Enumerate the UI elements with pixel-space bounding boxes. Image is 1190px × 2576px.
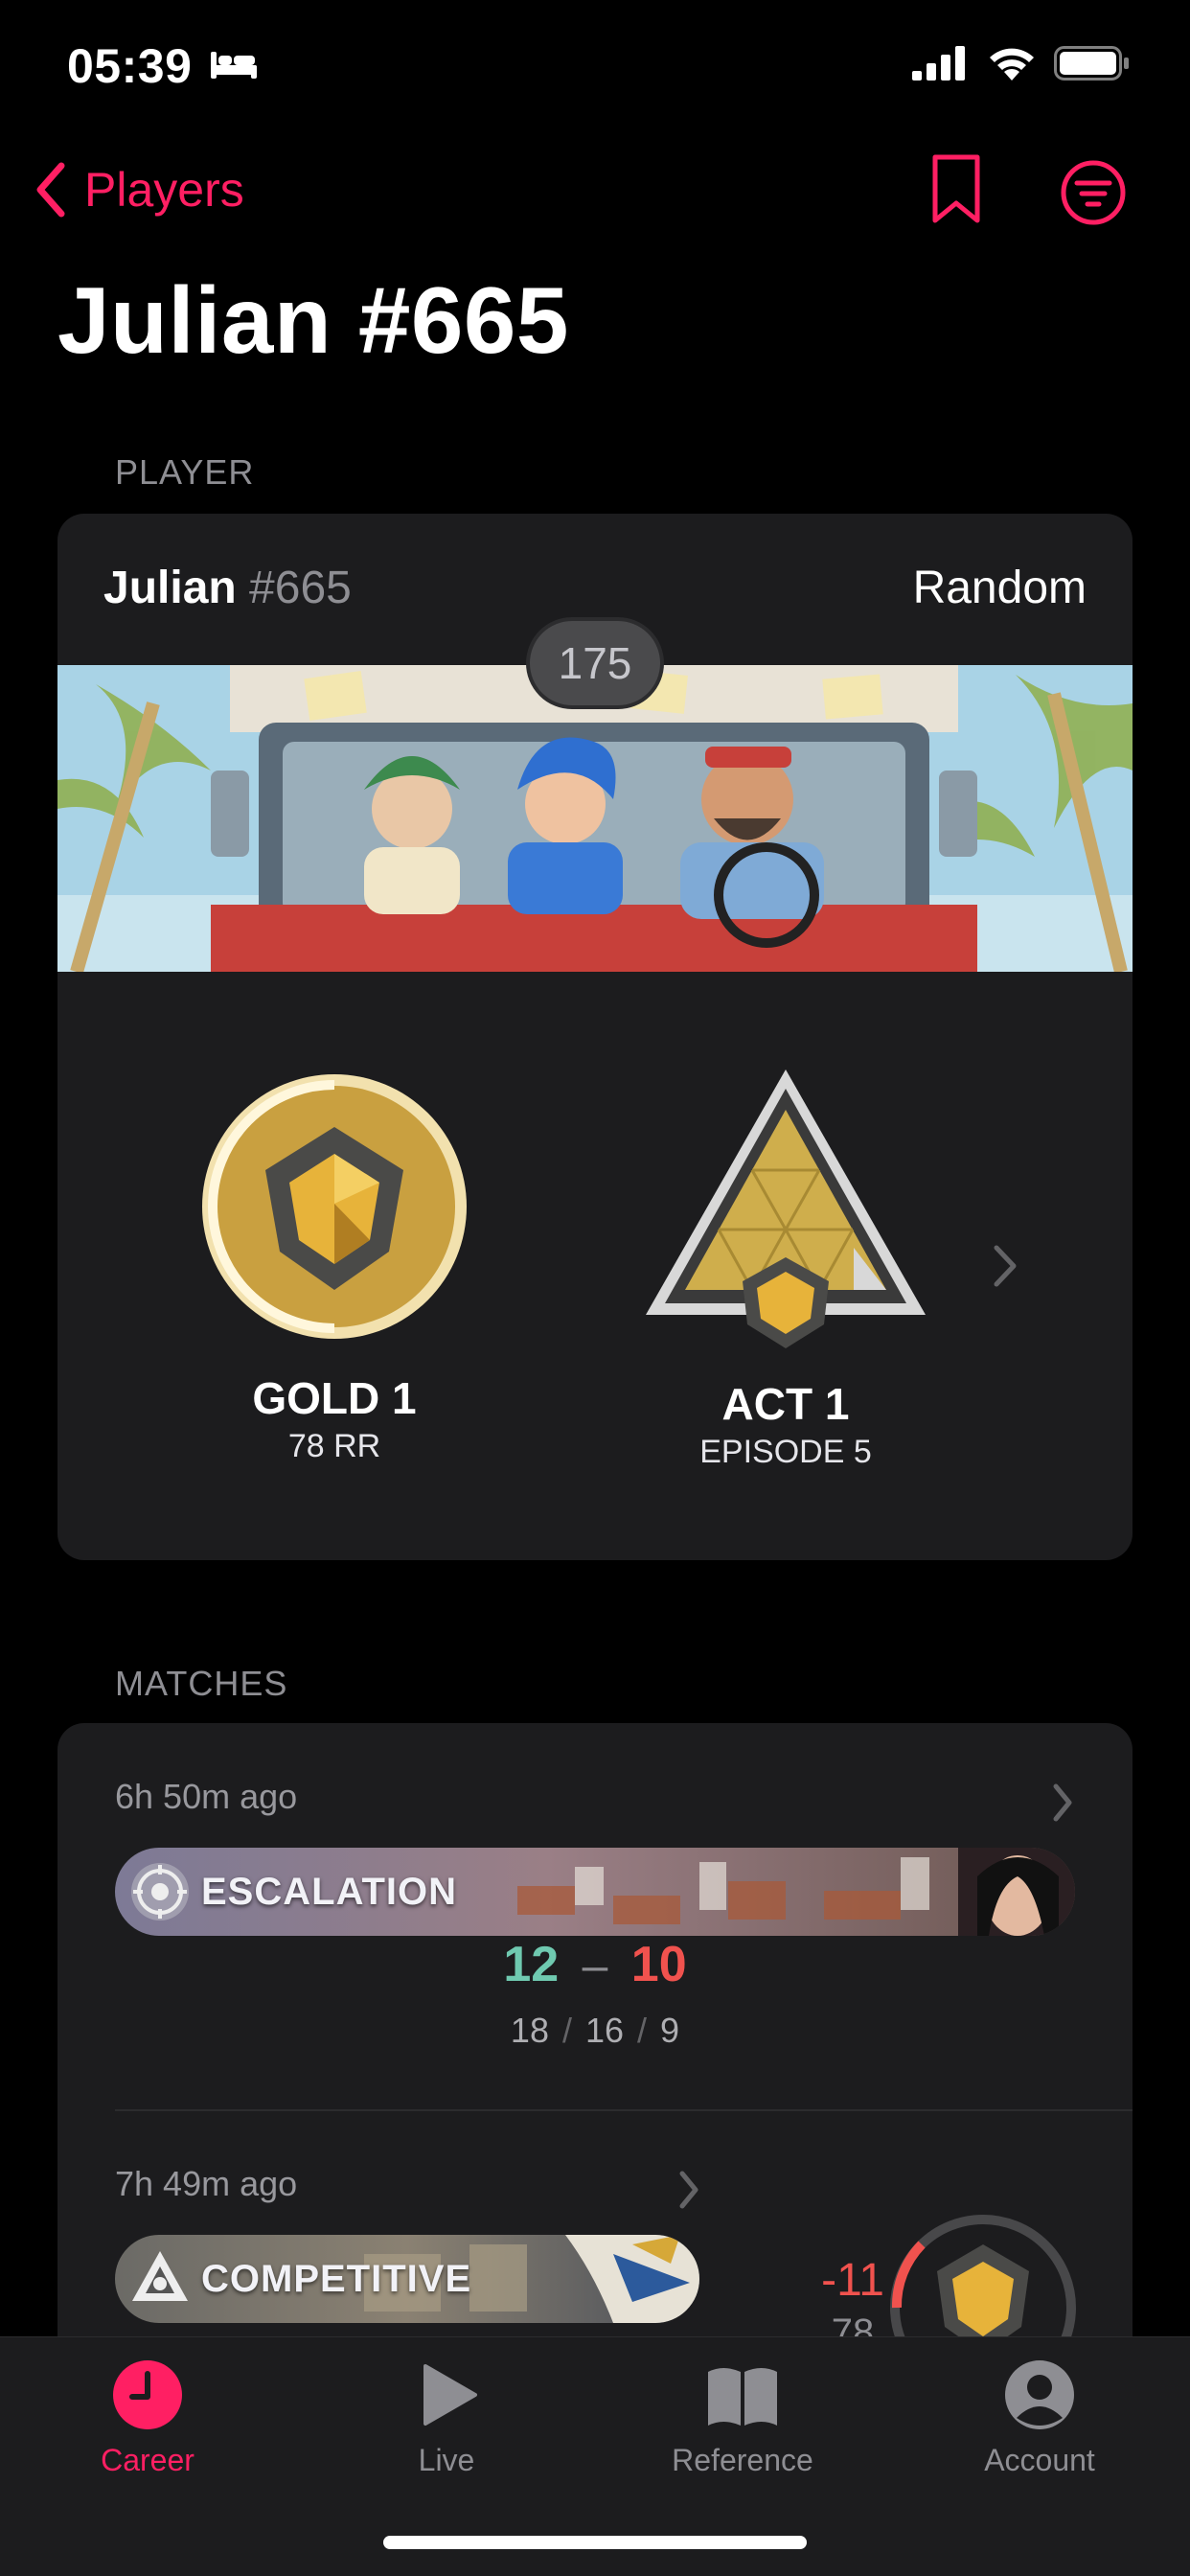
status-time: 05:39 (67, 39, 193, 93)
tab-reference[interactable]: Reference (628, 2357, 858, 2478)
match-mode-pill: COMPETITIVE (115, 2235, 699, 2323)
match-mode-label: COMPETITIVE (201, 2257, 472, 2300)
kda-assists: 9 (660, 2011, 680, 2050)
clock-icon (113, 2360, 182, 2429)
tab-live[interactable]: Live (332, 2357, 561, 2478)
chevron-right-icon (1053, 1783, 1072, 1822)
battery-icon (1054, 46, 1129, 80)
player-name: Julian #665 (103, 562, 352, 614)
kda-kills: 18 (510, 2011, 549, 2050)
act-block: ACT 1 EPISODE 5 (632, 1066, 939, 1471)
match-mode-pill: ESCALATION (115, 1848, 1075, 1936)
player-tag: #665 (249, 563, 352, 613)
score-dash: – (582, 1941, 608, 1991)
sleep-focus-icon (211, 52, 257, 79)
match-time: 7h 49m ago (115, 2164, 298, 2203)
player-region: Random (912, 563, 1087, 613)
chevron-right-icon (679, 2171, 698, 2209)
player-section-label: PLAYER (115, 452, 255, 492)
match-kda: 18 / 16 / 9 (57, 2011, 1133, 2051)
act-episode: EPISODE 5 (699, 1434, 872, 1470)
match-time: 6h 50m ago (115, 1777, 298, 1816)
score-team-win: 12 (503, 1937, 560, 1992)
rank-block: GOLD 1 78 RR (197, 1070, 471, 1465)
tab-career[interactable]: Career (33, 2357, 263, 2478)
person-icon (1005, 2360, 1074, 2429)
player-card[interactable]: Julian #665 Random 175 GOLD 1 78 RR ACT … (57, 514, 1133, 1560)
act-title: ACT 1 (721, 1379, 850, 1429)
bookmark-icon[interactable] (929, 153, 983, 226)
tab-account[interactable]: Account (925, 2357, 1155, 2478)
chevron-right-icon[interactable] (991, 1242, 1019, 1290)
tab-label: Career (101, 2443, 195, 2477)
rank-rr: 78 RR (287, 1428, 381, 1464)
rank-gold-emblem-icon (202, 1074, 467, 1339)
match-row[interactable]: 6h 50m ago ESCALATION 12 – 10 18 / 16 / … (57, 1723, 1133, 2110)
book-icon (708, 2368, 777, 2426)
kda-separator: / (637, 2011, 648, 2050)
chevron-left-icon (36, 162, 65, 218)
player-level-badge: 175 (526, 617, 664, 709)
wifi-icon (990, 48, 1034, 80)
act-rank-triangle-icon (646, 1070, 926, 1348)
player-name-text: Julian (103, 563, 237, 613)
competitive-mode-icon (132, 2251, 188, 2301)
back-button[interactable]: Players (34, 153, 244, 226)
match-score: 12 – 10 (57, 1936, 1133, 1993)
tab-label: Account (984, 2443, 1095, 2477)
score-team-loss: 10 (630, 1937, 687, 1992)
rank-title: GOLD 1 (252, 1373, 417, 1423)
play-icon (423, 2364, 477, 2426)
cellular-signal-icon (912, 46, 965, 80)
home-indicator[interactable] (383, 2536, 807, 2549)
kda-deaths: 16 (584, 2011, 625, 2050)
kda-separator: / (561, 2011, 572, 2050)
tab-label: Live (418, 2443, 475, 2477)
player-card-banner (57, 665, 1133, 972)
filter-icon[interactable] (1060, 159, 1127, 226)
matches-section-label: MATCHES (115, 1664, 288, 1703)
tab-label: Reference (672, 2443, 813, 2477)
back-label: Players (84, 163, 244, 217)
match-mode-label: ESCALATION (201, 1870, 458, 1913)
escalation-mode-icon (131, 1863, 189, 1920)
page-title: Julian #665 (57, 267, 569, 373)
